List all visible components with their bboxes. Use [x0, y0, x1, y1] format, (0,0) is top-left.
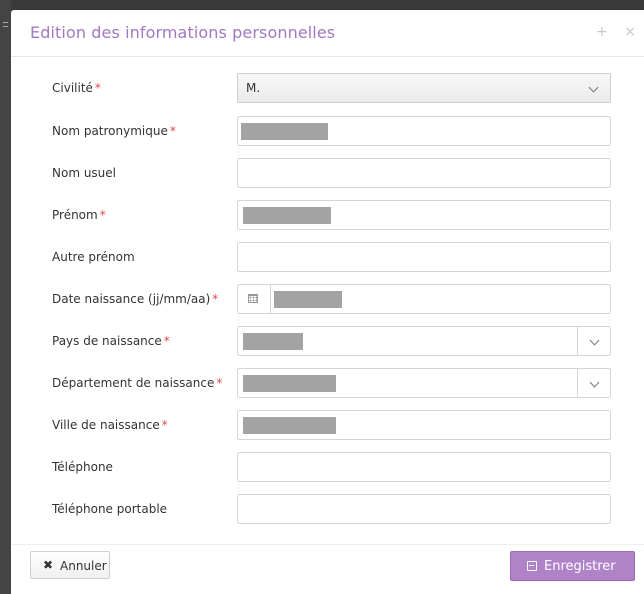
dialog-title: Edition des informations personnelles	[30, 23, 336, 42]
redacted-value	[243, 417, 336, 434]
redacted-value	[243, 207, 331, 224]
nom-patronymique-input[interactable]	[237, 116, 611, 146]
floppy-disk-icon	[527, 561, 537, 571]
row-civilite: Civilité * M.	[11, 73, 644, 103]
row-autre-prenom: Autre prénom	[11, 242, 644, 272]
calendar-icon	[248, 294, 258, 303]
row-nom-usuel: Nom usuel	[11, 158, 644, 188]
background-window-strip	[0, 0, 11, 594]
redacted-value	[241, 123, 328, 140]
row-prenom: Prénom *	[11, 200, 644, 230]
label-telephone: Téléphone	[52, 460, 113, 474]
row-nom-patronymique: Nom patronymique *	[11, 116, 644, 146]
ville-naissance-input[interactable]	[237, 410, 611, 440]
calendar-button[interactable]	[238, 285, 271, 313]
autre-prenom-input[interactable]	[237, 242, 611, 272]
label-prenom: Prénom *	[52, 208, 106, 222]
telephone-portable-input[interactable]	[237, 494, 611, 524]
required-marker: *	[99, 208, 106, 222]
required-marker: *	[163, 334, 170, 348]
required-marker: *	[212, 292, 219, 306]
redacted-value	[243, 375, 336, 392]
required-marker: *	[169, 124, 176, 138]
chevron-down-icon	[588, 82, 599, 93]
redacted-value	[274, 291, 342, 308]
row-date-naissance: Date naissance (jj/mm/aa) *	[11, 284, 644, 314]
dialog-title-actions: + ×	[584, 24, 636, 40]
close-icon[interactable]: ×	[624, 24, 636, 40]
required-marker: *	[94, 81, 101, 95]
civilite-select[interactable]: M.	[237, 73, 611, 103]
pays-naissance-combobox[interactable]	[237, 326, 611, 356]
civilite-value: M.	[246, 81, 261, 95]
prenom-input[interactable]	[237, 200, 611, 230]
title-divider	[11, 56, 644, 57]
label-autre-prenom: Autre prénom	[52, 250, 135, 264]
row-departement-naissance: Département de naissance *	[11, 368, 644, 398]
cancel-button[interactable]: ✖ Annuler	[30, 551, 110, 579]
cancel-button-label: Annuler	[60, 559, 107, 573]
label-nom-usuel: Nom usuel	[52, 166, 117, 180]
save-button-label: Enregistrer	[544, 559, 616, 574]
close-icon: ✖	[43, 558, 54, 572]
label-telephone-portable: Téléphone portable	[52, 502, 168, 516]
chevron-down-icon	[589, 335, 600, 346]
row-ville-naissance: Ville de naissance *	[11, 410, 644, 440]
maximize-icon[interactable]: +	[596, 24, 608, 40]
date-naissance-input[interactable]	[237, 284, 611, 314]
telephone-input[interactable]	[237, 452, 611, 482]
label-civilite: Civilité *	[52, 81, 101, 95]
pays-dropdown-button[interactable]	[577, 327, 610, 355]
row-telephone: Téléphone	[11, 452, 644, 482]
required-marker: *	[161, 418, 168, 432]
row-pays-naissance: Pays de naissance *	[11, 326, 644, 356]
chevron-down-icon	[589, 377, 600, 388]
label-departement-naissance: Département de naissance *	[52, 376, 223, 390]
background-menu-icon	[3, 22, 8, 27]
redacted-value	[243, 333, 303, 350]
required-marker: *	[216, 376, 223, 390]
edit-personal-info-dialog: Edition des informations personnelles + …	[11, 10, 644, 594]
departement-naissance-combobox[interactable]	[237, 368, 611, 398]
nom-usuel-input[interactable]	[237, 158, 611, 188]
label-pays-naissance: Pays de naissance *	[52, 334, 170, 348]
label-nom-patronymique: Nom patronymique *	[52, 124, 176, 138]
footer-divider	[11, 544, 644, 545]
row-telephone-portable: Téléphone portable	[11, 494, 644, 524]
departement-dropdown-button[interactable]	[577, 369, 610, 397]
label-date-naissance: Date naissance (jj/mm/aa) *	[52, 292, 219, 306]
save-button[interactable]: Enregistrer	[510, 551, 635, 581]
label-ville-naissance: Ville de naissance *	[52, 418, 168, 432]
